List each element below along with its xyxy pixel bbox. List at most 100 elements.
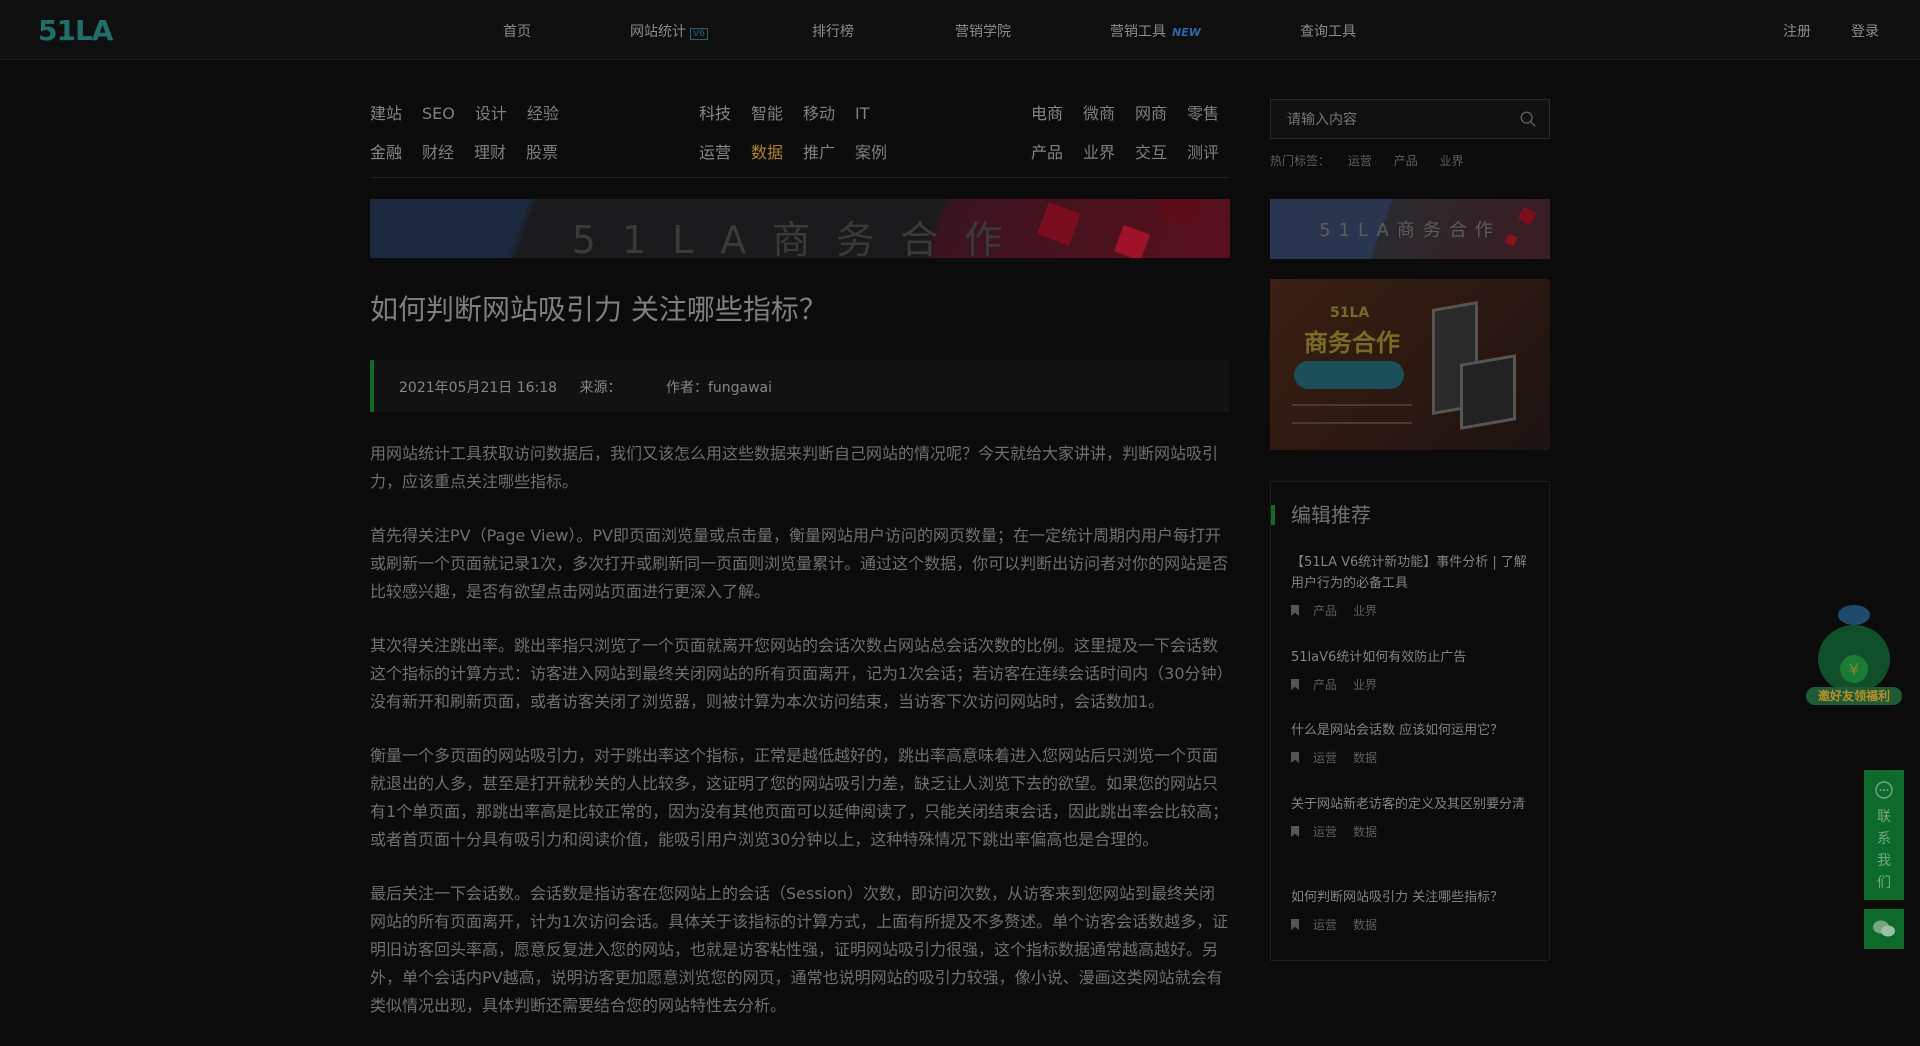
category-link[interactable]: SEO [422, 104, 455, 123]
chat-bubble-icon [1875, 781, 1893, 799]
invite-friends-mascot[interactable]: ¥ 邀好友领福利 [1804, 597, 1904, 709]
recommend-tag[interactable]: 业界 [1353, 678, 1377, 692]
article-body: 用网站统计工具获取访问数据后，我们又该怎么用这些数据来判断自己网站的情况呢？今天… [370, 440, 1230, 1046]
category-group-3: 电商 微商 网商 零售 产品 业界 交互 测评 [1031, 100, 1219, 178]
article-paragraph: 用网站统计工具获取访问数据后，我们又该怎么用这些数据来判断自己网站的情况呢？今天… [370, 444, 1219, 491]
hot-tag[interactable]: 运营 [1348, 154, 1390, 168]
recommend-tag[interactable]: 运营 [1313, 751, 1337, 765]
nav-marketing-academy[interactable]: 营销学院 [955, 21, 1011, 41]
category-link-active[interactable]: 数据 [751, 139, 783, 163]
new-badge: NEW [1172, 26, 1201, 39]
recommend-item[interactable]: 如何判断网站吸引力 关注哪些指标？ 运营 数据 [1291, 887, 1531, 933]
mascot-label: 邀好友领福利 [1817, 689, 1890, 703]
hot-tag[interactable]: 产品 [1394, 154, 1436, 168]
category-link[interactable]: 网商 [1135, 100, 1167, 124]
nav-site-stats[interactable]: 网站统计 V6 [630, 21, 708, 41]
recommend-item[interactable]: 什么是网站会话数 应该如何运用它？ 运营 数据 [1291, 720, 1531, 766]
search-icon[interactable] [1519, 110, 1537, 128]
category-row: 科技 智能 移动 IT [699, 100, 907, 139]
recommend-title[interactable]: 如何判断网站吸引力 关注哪些指标？ [1291, 887, 1531, 908]
category-link[interactable]: 产品 [1031, 139, 1063, 163]
recommend-tag[interactable]: 数据 [1353, 825, 1377, 839]
category-link[interactable]: 股票 [526, 139, 558, 163]
category-row: 产品 业界 交互 测评 [1031, 139, 1219, 178]
bookmark-icon [1291, 605, 1299, 616]
promo-title: 商务合作 [1304, 329, 1400, 357]
article-paragraph: 其次得关注跳出率。跳出率指只浏览了一个页面就离开您网站的会话次数占网站总会话次数… [370, 636, 1225, 711]
category-link[interactable]: 推广 [803, 139, 835, 163]
register-link[interactable]: 注册 [1783, 21, 1811, 41]
login-link[interactable]: 登录 [1851, 21, 1879, 41]
contact-us-label: 联系我们 [1877, 809, 1891, 891]
recommend-title[interactable]: 什么是网站会话数 应该如何运用它？ [1291, 720, 1531, 741]
promo-ad[interactable]: 51LA 商务合作 [1270, 279, 1550, 450]
category-link[interactable]: 微商 [1083, 100, 1115, 124]
nav-marketing-tools[interactable]: 营销工具 NEW [1110, 21, 1201, 41]
category-link[interactable]: 科技 [699, 100, 731, 124]
divider [370, 177, 1230, 178]
promo-pill [1294, 361, 1404, 389]
promo-brand: 51LA [1330, 305, 1370, 321]
bookmark-icon [1291, 752, 1299, 763]
category-group-2: 科技 智能 移动 IT 运营 数据 推广 案例 [699, 100, 907, 178]
article-paragraph: 最后关注一下会话数。会话数是指访客在您网站上的会话（Session）次数，即访问… [370, 884, 1229, 1015]
category-link[interactable]: 设计 [475, 100, 507, 124]
device-illustration [1460, 354, 1516, 430]
nav-site-stats-label: 网站统计 [630, 24, 686, 40]
recommend-item[interactable]: 关于网站新老访客的定义及其区别要分清 运营 数据 [1291, 794, 1531, 840]
category-link[interactable]: 理财 [474, 139, 506, 163]
top-navbar: 51LA 首页 网站统计 V6 排行榜 营销学院 营销工具 NEW 查询工具 注册 … [0, 0, 1920, 60]
hot-tag[interactable]: 业界 [1440, 154, 1482, 168]
search-box [1270, 99, 1550, 139]
nav-query-tools[interactable]: 查询工具 [1300, 21, 1356, 41]
banner-text: 51LA商务合作 [571, 218, 1029, 258]
site-logo[interactable]: 51LA [38, 14, 113, 47]
recommend-heading: 编辑推荐 [1271, 505, 1371, 525]
recommend-title[interactable]: 【51LA V6统计新功能】事件分析 | 了解用户行为的必备工具 [1291, 552, 1531, 594]
wechat-button[interactable] [1864, 909, 1904, 949]
nav-ranking[interactable]: 排行榜 [812, 21, 854, 41]
contact-us-button[interactable]: 联系我们 [1864, 770, 1904, 900]
category-link[interactable]: 案例 [855, 139, 887, 163]
search-input[interactable] [1285, 111, 1509, 129]
category-link[interactable]: 建站 [370, 100, 402, 124]
recommend-tag[interactable]: 数据 [1353, 918, 1377, 932]
article-paragraph: 首先得关注PV（Page View）。PV即页面浏览量或点击量，衡量网站用户访问… [370, 526, 1229, 601]
category-link[interactable]: 金融 [370, 139, 402, 163]
article-title: 如何判断网站吸引力 关注哪些指标？ [370, 293, 827, 326]
recommend-title[interactable]: 关于网站新老访客的定义及其区别要分清 [1291, 794, 1531, 815]
nav-home[interactable]: 首页 [503, 21, 531, 41]
hot-tags: 热门标签： 运营 产品 业界 [1270, 152, 1482, 169]
recommend-tag[interactable]: 业界 [1353, 604, 1377, 618]
recommend-tag[interactable]: 数据 [1353, 751, 1377, 765]
category-link[interactable]: 零售 [1187, 100, 1219, 124]
category-link[interactable]: 经验 [527, 100, 559, 124]
wechat-icon [1873, 920, 1895, 937]
recommend-tag[interactable]: 产品 [1313, 678, 1337, 692]
bookmark-icon [1291, 679, 1299, 690]
recommend-title[interactable]: 51laV6统计如何有效防止广告 [1291, 647, 1531, 668]
category-link[interactable]: 交互 [1135, 139, 1167, 163]
recommend-tag[interactable]: 产品 [1313, 604, 1337, 618]
category-link[interactable]: IT [855, 104, 870, 123]
category-group-1: 建站 SEO 设计 经验 金融 财经 理财 股票 [370, 100, 579, 178]
article-date: 2021年05月21日 16:18 [399, 380, 558, 396]
category-row: 运营 数据 推广 案例 [699, 139, 907, 178]
category-link[interactable]: 运营 [699, 139, 731, 163]
sidebar-business-banner[interactable]: 51LA商务合作 [1270, 199, 1550, 259]
recommend-item[interactable]: 51laV6统计如何有效防止广告 产品 业界 [1291, 647, 1531, 693]
category-link[interactable]: 财经 [422, 139, 454, 163]
category-row: 电商 微商 网商 零售 [1031, 100, 1219, 139]
article-paragraph: 衡量一个多页面的网站吸引力，对于跳出率这个指标，正常是越低越好的，跳出率高意味着… [370, 746, 1229, 849]
category-link[interactable]: 业界 [1083, 139, 1115, 163]
category-link[interactable]: 移动 [803, 100, 835, 124]
recommend-tag[interactable]: 运营 [1313, 825, 1337, 839]
business-banner[interactable]: 51LA商务合作 [370, 199, 1230, 258]
recommend-tag[interactable]: 运营 [1313, 918, 1337, 932]
category-link[interactable]: 测评 [1187, 139, 1219, 163]
category-link[interactable]: 智能 [751, 100, 783, 124]
recommend-item[interactable]: 【51LA V6统计新功能】事件分析 | 了解用户行为的必备工具 产品 业界 [1291, 552, 1531, 619]
hot-tags-label: 热门标签： [1270, 154, 1331, 168]
category-link[interactable]: 电商 [1031, 100, 1063, 124]
article-source: 来源： [579, 380, 622, 396]
